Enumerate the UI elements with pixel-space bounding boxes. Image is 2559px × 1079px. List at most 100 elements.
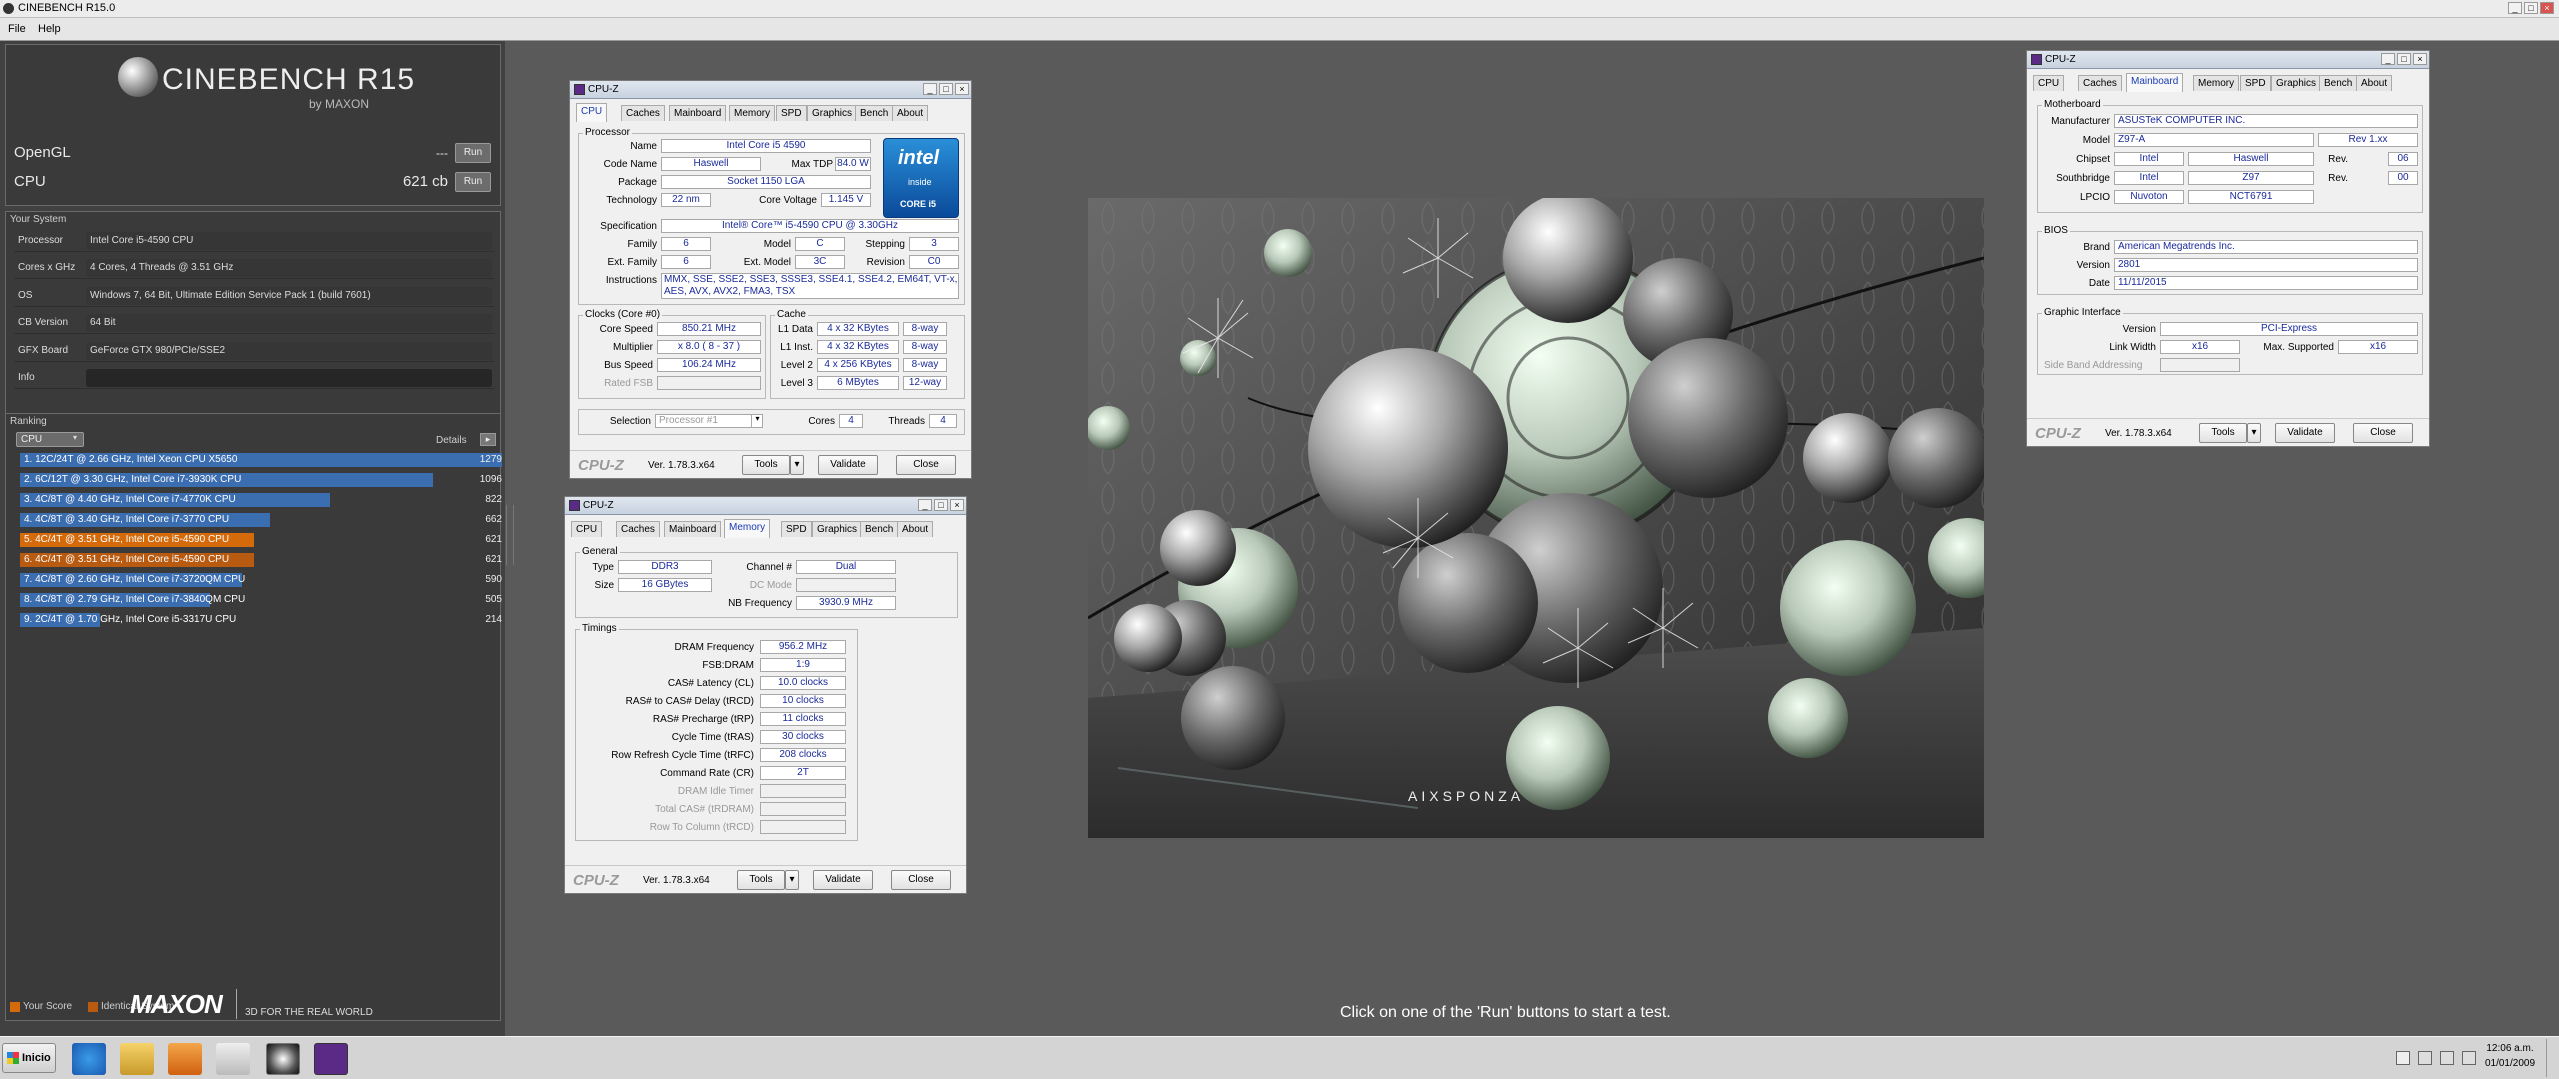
ranking-row[interactable]: 6. 4C/4T @ 3.51 GHz, Intel Core i5-4590 … [20,552,502,568]
system-info-field[interactable] [86,369,492,387]
minimize-button[interactable]: _ [2508,2,2522,14]
snipping-tool-icon[interactable] [216,1043,250,1075]
mb-chipset-vendor: Intel [2114,152,2184,166]
tab-mainboard[interactable]: Mainboard [669,105,727,121]
cpu-run-button[interactable]: Run [455,172,491,192]
tools-dropdown-icon[interactable]: ▾ [785,870,799,890]
tray-network-icon[interactable] [2396,1051,2410,1065]
ranking-select[interactable]: CPU ▾ [16,432,84,447]
processor-group-label: Processor [583,127,633,138]
cinebench-taskbar-icon[interactable] [266,1043,300,1075]
tools-dropdown-icon[interactable]: ▾ [790,455,804,475]
tab-cpu[interactable]: CPU [571,521,603,537]
timing-label: DRAM Idle Timer [677,786,754,797]
cpuz-taskbar-icon[interactable] [314,1043,348,1075]
close-window-button[interactable]: Close [2353,423,2413,443]
close-window-button[interactable]: Close [896,455,956,475]
tab-bench[interactable]: Bench [2319,75,2358,91]
opengl-run-button[interactable]: Run [455,143,491,163]
tab-cpu[interactable]: CPU [576,103,608,122]
splitter-handle[interactable] [506,505,514,565]
test-panel: CINEBENCH R15 by MAXON OpenGL --- Run CP… [5,44,501,206]
ranking-row[interactable]: 7. 4C/8T @ 2.60 GHz, Intel Core i7-3720Q… [20,572,502,588]
tray-flag-icon[interactable] [2418,1051,2432,1065]
maximize-button[interactable]: □ [2524,2,2538,14]
menu-help[interactable]: Help [38,23,61,35]
show-desktop-button[interactable] [2546,1039,2558,1077]
ranking-row[interactable]: 9. 2C/4T @ 1.70 GHz, Intel Core i5-3317U… [20,612,502,628]
tab-about[interactable]: About [2356,75,2393,91]
tab-memory[interactable]: Memory [724,519,771,538]
cpu-family-label: Family [627,239,657,250]
minimize-button[interactable]: _ [2381,53,2395,65]
clock-date[interactable]: 01/01/2009 [2480,1058,2540,1069]
tray-volume-icon[interactable] [2462,1051,2476,1065]
minimize-button[interactable]: _ [918,499,932,511]
media-player-icon[interactable] [168,1043,202,1075]
ranking-row[interactable]: 1. 12C/24T @ 2.66 GHz, Intel Xeon CPU X5… [20,452,502,468]
menu-file[interactable]: File [8,23,26,35]
tab-mainboard[interactable]: Mainboard [2126,73,2184,92]
tab-about[interactable]: About [897,521,934,537]
start-button[interactable]: Inicio [2,1043,56,1073]
tab-mainboard[interactable]: Mainboard [664,521,722,537]
windows-logo-icon [7,1052,19,1064]
tab-memory[interactable]: Memory [729,105,776,121]
tools-button[interactable]: Tools [742,455,790,475]
validate-button[interactable]: Validate [818,455,878,475]
tab-about[interactable]: About [892,105,929,121]
validate-button[interactable]: Validate [2275,423,2335,443]
tab-spd[interactable]: SPD [776,105,807,121]
ranking-row[interactable]: 4. 4C/8T @ 3.40 GHz, Intel Core i7-3770 … [20,512,502,528]
l1-data-assoc: 8-way [903,322,947,336]
maximize-button[interactable]: □ [934,499,948,511]
tab-spd[interactable]: SPD [2240,75,2271,91]
tab-graphics[interactable]: Graphics [812,521,863,537]
processor-select[interactable]: Processor #1 [655,414,763,428]
minimize-button[interactable]: _ [923,83,937,95]
tab-graphics[interactable]: Graphics [807,105,858,121]
cpuz-titlebar: CPU-Z _ □ × [2027,51,2429,69]
tab-caches[interactable]: Caches [621,105,665,121]
close-button[interactable]: × [955,83,969,95]
tab-caches[interactable]: Caches [616,521,660,537]
tools-button[interactable]: Tools [737,870,785,890]
cinebench-app-icon [3,3,14,14]
system-row-cores: Cores x GHz 4 Cores, 4 Threads @ 3.51 GHz [14,257,494,279]
cpuz-mainboard-window: CPU-Z _ □ × CPU Caches Mainboard Memory … [2026,50,2430,447]
close-button[interactable]: × [2413,53,2427,65]
tray-monitor-icon[interactable] [2440,1051,2454,1065]
clock-time[interactable]: 12:06 a.m. [2480,1043,2540,1054]
timing-value: 10 clocks [760,694,846,708]
tab-bench[interactable]: Bench [855,105,894,121]
details-arrow-icon[interactable]: ▸ [480,433,496,446]
tools-button[interactable]: Tools [2199,423,2247,443]
tab-bench[interactable]: Bench [860,521,899,537]
tab-cpu[interactable]: CPU [2033,75,2065,91]
close-window-button[interactable]: Close [891,870,951,890]
ranking-row[interactable]: 2. 6C/12T @ 3.30 GHz, Intel Core i7-3930… [20,472,502,488]
close-button[interactable]: × [950,499,964,511]
close-button[interactable]: × [2540,2,2554,14]
cpuz-version: Ver. 1.78.3.x64 [648,460,715,471]
your-system-heading: Your System [10,214,67,225]
internet-explorer-icon[interactable] [72,1043,106,1075]
l2-label: Level 2 [780,360,813,371]
ranking-row[interactable]: 3. 4C/8T @ 4.40 GHz, Intel Core i7-4770K… [20,492,502,508]
ranking-row[interactable]: 8. 4C/8T @ 2.79 GHz, Intel Core i7-3840Q… [20,592,502,608]
mb-lpcio-vendor: Nuvoton [2114,190,2184,204]
file-explorer-icon[interactable] [120,1043,154,1075]
tab-graphics[interactable]: Graphics [2271,75,2322,91]
bios-date-value: 11/11/2015 [2114,276,2418,290]
render-watermark: AIXSPONZA [1408,788,1525,804]
validate-button[interactable]: Validate [813,870,873,890]
maximize-button[interactable]: □ [2397,53,2411,65]
ranking-row[interactable]: 5. 4C/4T @ 3.51 GHz, Intel Core i5-4590 … [20,532,502,548]
tab-spd[interactable]: SPD [781,521,812,537]
tab-caches[interactable]: Caches [2078,75,2122,91]
tab-memory[interactable]: Memory [2193,75,2240,91]
mb-chipset-rev-value: 06 [2388,152,2418,166]
maximize-button[interactable]: □ [939,83,953,95]
timing-value: 956.2 MHz [760,640,846,654]
tools-dropdown-icon[interactable]: ▾ [2247,423,2261,443]
